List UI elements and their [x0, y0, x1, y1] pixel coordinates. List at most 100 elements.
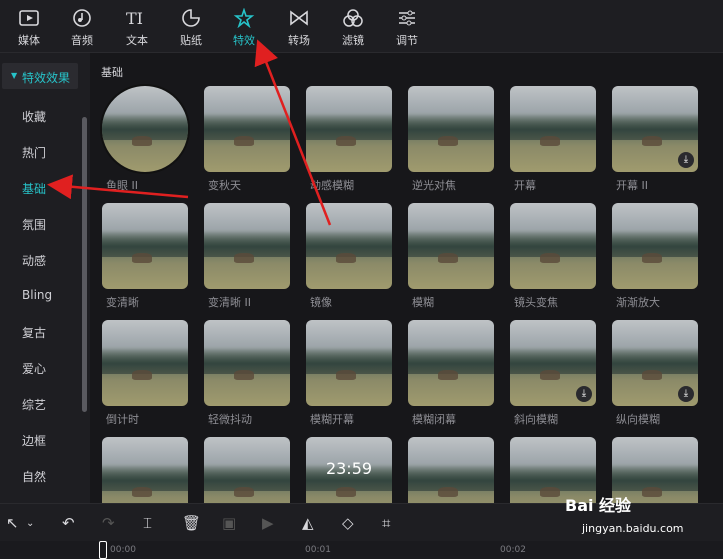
filter-icon — [343, 9, 363, 27]
tab-audio[interactable]: 音频 — [59, 0, 105, 52]
effect-thumbnail[interactable] — [408, 86, 494, 172]
tab-text[interactable]: TI 文本 — [114, 0, 160, 52]
effect-thumbnail[interactable] — [102, 86, 188, 172]
effect-thumbnail[interactable] — [102, 203, 188, 289]
effect-label: 镜头变焦 — [514, 296, 558, 309]
download-icon[interactable]: ⤓ — [678, 152, 694, 168]
select-cursor-icon[interactable]: ↖ — [6, 514, 19, 532]
tab-media[interactable]: 媒体 — [6, 0, 52, 52]
transition-icon — [290, 10, 308, 26]
thumbnail-deer — [540, 136, 560, 146]
freeze-icon[interactable]: ▣ — [222, 514, 236, 532]
adjust-icon — [399, 10, 415, 26]
tab-transition[interactable]: 转场 — [276, 0, 322, 52]
delete-icon[interactable]: 🗑 — [182, 514, 201, 532]
tab-label: 音频 — [71, 34, 93, 47]
thumbnail-deer — [438, 136, 458, 146]
thumbnail-deer — [234, 136, 254, 146]
sidebar-item-variety[interactable]: 综艺 — [22, 396, 46, 413]
effect-label: 变秋天 — [208, 179, 241, 192]
effect-thumbnail[interactable] — [408, 320, 494, 406]
sidebar-item-bling[interactable]: Bling — [22, 288, 52, 302]
tab-label: 贴纸 — [180, 34, 202, 47]
timeline-ruler[interactable]: 00:00 00:01 00:02 — [0, 541, 723, 556]
effect-label: 变清晰 — [106, 296, 139, 309]
sidebar-item-hot[interactable]: 热门 — [22, 144, 46, 161]
effect-thumbnail[interactable]: ⤓ — [612, 320, 698, 406]
effect-thumbnail[interactable] — [408, 437, 494, 503]
effect-label: 纵向模糊 — [616, 413, 660, 426]
effect-thumbnail[interactable] — [204, 320, 290, 406]
time-tick: 00:02 — [500, 545, 526, 555]
tab-filter[interactable]: 滤镜 — [330, 0, 376, 52]
effect-thumbnail[interactable] — [204, 86, 290, 172]
thumbnail-deer — [642, 253, 662, 263]
thumbnail-deer — [132, 370, 152, 380]
caret-down-icon: ▼ — [11, 71, 18, 80]
sidebar-item-dynamic[interactable]: 动感 — [22, 252, 46, 269]
thumbnail-deer — [540, 370, 560, 380]
tab-effects[interactable]: 特效 — [221, 0, 267, 52]
sidebar-item-nature[interactable]: 自然 — [22, 468, 46, 485]
mirror-icon[interactable]: ◭ — [302, 514, 314, 532]
effects-grid-panel: 基础 鱼眼 II 变秋天 动感模糊 逆光对焦 开幕 ⤓ 开幕 II 变清晰 变清晰 II 镜像 模糊… — [90, 53, 723, 503]
thumbnail-deer — [642, 136, 662, 146]
redo-icon[interactable]: ↷ — [102, 514, 115, 532]
thumbnail-deer — [132, 253, 152, 263]
tab-label: 滤镜 — [342, 34, 364, 47]
effect-thumbnail[interactable] — [102, 320, 188, 406]
effect-label: 斜向模糊 — [514, 413, 558, 426]
effect-thumbnail[interactable] — [204, 437, 290, 503]
sidebar-item-favorites[interactable]: 收藏 — [22, 108, 46, 125]
download-icon[interactable]: ⤓ — [576, 386, 592, 402]
effect-thumbnail[interactable] — [510, 86, 596, 172]
effect-thumbnail[interactable]: ⤓ — [510, 320, 596, 406]
thumbnail-deer — [336, 370, 356, 380]
effect-thumbnail[interactable] — [510, 203, 596, 289]
play-icon[interactable]: ▶ — [262, 514, 274, 532]
sidebar-item-retro[interactable]: 复古 — [22, 324, 46, 341]
thumbnail-deer — [132, 487, 152, 497]
effect-label: 动感模糊 — [310, 179, 354, 192]
split-icon[interactable]: ⌶ — [143, 514, 152, 532]
effect-thumbnail[interactable] — [408, 203, 494, 289]
watermark-url: jingyan.baidu.com — [582, 522, 684, 535]
effect-thumbnail[interactable] — [612, 203, 698, 289]
effect-thumbnail[interactable] — [102, 437, 188, 503]
thumbnail-overlay-text: 23:59 — [325, 459, 373, 478]
thumbnail-deer — [540, 487, 560, 497]
tab-adjust[interactable]: 调节 — [384, 0, 430, 52]
thumbnail-deer — [438, 487, 458, 497]
sidebar-scrollbar[interactable] — [82, 117, 87, 412]
tab-sticker[interactable]: 贴纸 — [168, 0, 214, 52]
effect-label: 鱼眼 II — [106, 179, 138, 192]
thumbnail-deer — [234, 253, 254, 263]
effect-label: 开幕 — [514, 179, 536, 192]
sidebar-category-header[interactable]: ▼ 特效效果 — [2, 63, 78, 89]
effect-label: 镜像 — [310, 296, 332, 309]
rotate-icon[interactable]: ◇ — [342, 514, 354, 532]
section-title: 基础 — [101, 66, 123, 79]
sidebar-item-love[interactable]: 爱心 — [22, 360, 46, 377]
effect-thumbnail[interactable]: ⤓ — [612, 86, 698, 172]
effect-thumbnail[interactable] — [306, 86, 392, 172]
thumbnail-deer — [336, 136, 356, 146]
effect-label: 逆光对焦 — [412, 179, 456, 192]
sidebar-item-atmosphere[interactable]: 氛围 — [22, 216, 46, 233]
effect-label: 开幕 II — [616, 179, 648, 192]
undo-icon[interactable]: ↶ — [62, 514, 75, 532]
sidebar-item-border[interactable]: 边框 — [22, 432, 46, 449]
media-icon — [19, 10, 39, 26]
effect-thumbnail[interactable]: 23:59 — [306, 437, 392, 503]
thumbnail-deer — [132, 136, 152, 146]
download-icon[interactable]: ⤓ — [678, 386, 694, 402]
effect-thumbnail[interactable] — [306, 320, 392, 406]
thumbnail-deer — [438, 253, 458, 263]
playhead[interactable] — [99, 541, 107, 559]
sidebar-item-basic[interactable]: 基础 — [22, 180, 46, 197]
effect-thumbnail[interactable] — [306, 203, 392, 289]
effect-label: 变清晰 II — [208, 296, 251, 309]
chevron-down-icon[interactable]: ⌄ — [26, 518, 34, 529]
effect-thumbnail[interactable] — [204, 203, 290, 289]
crop-icon[interactable]: ⌗ — [382, 514, 390, 532]
